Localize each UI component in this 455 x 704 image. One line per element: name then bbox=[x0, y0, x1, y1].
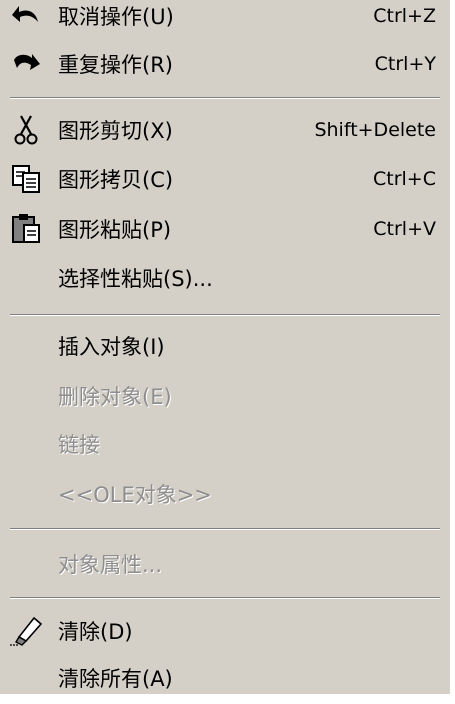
copy-icon bbox=[10, 163, 44, 195]
clipboard-icon bbox=[10, 213, 44, 245]
menu-item-label: 插入对象(I) bbox=[58, 335, 165, 359]
menu-item-redo[interactable]: 重复操作(R) Ctrl+Y bbox=[0, 44, 450, 84]
menu-item-undo[interactable]: 取消操作(U) Ctrl+Z bbox=[0, 0, 450, 36]
menu-item-label: 链接 bbox=[58, 433, 100, 457]
menu-item-label: <<OLE对象>> bbox=[58, 483, 212, 507]
menu-separator bbox=[10, 528, 440, 530]
menu-item-label: 图形粘贴(P) bbox=[58, 218, 172, 242]
menu-separator bbox=[10, 314, 440, 316]
menu-item-label: 重复操作(R) bbox=[58, 53, 173, 77]
menu-item-insert-object[interactable]: 插入对象(I) bbox=[0, 326, 450, 366]
menu-item-label: 图形剪切(X) bbox=[58, 119, 173, 143]
menu-item-label: 删除对象(E) bbox=[58, 385, 172, 409]
eraser-icon bbox=[10, 615, 44, 647]
menu-item-clear[interactable]: 清除(D) bbox=[0, 611, 450, 651]
menu-item-ole-object[interactable]: <<OLE对象>> bbox=[0, 474, 450, 514]
menu-separator bbox=[10, 97, 440, 99]
menu-item-label: 清除(D) bbox=[58, 620, 133, 644]
menu-item-cut[interactable]: 图形剪切(X) Shift+Delete bbox=[0, 110, 450, 150]
menu-item-label: 图形拷贝(C) bbox=[58, 168, 174, 192]
redo-arrow-icon bbox=[10, 48, 44, 80]
menu-item-object-properties[interactable]: 对象属性... bbox=[0, 544, 450, 584]
menu-item-label: 对象属性... bbox=[58, 553, 163, 577]
menu-item-shortcut: Ctrl+V bbox=[373, 218, 436, 240]
menu-item-delete-object[interactable]: 删除对象(E) bbox=[0, 376, 450, 416]
menu-item-label: 选择性粘贴(S)... bbox=[58, 267, 213, 291]
menu-item-clear-all[interactable]: 清除所有(A) bbox=[0, 658, 450, 698]
menu-item-shortcut: Ctrl+Y bbox=[374, 53, 436, 75]
menu-separator bbox=[10, 597, 440, 599]
menu-item-link[interactable]: 链接 bbox=[0, 424, 450, 464]
menu-item-paste[interactable]: 图形粘贴(P) Ctrl+V bbox=[0, 209, 450, 249]
menu-item-shortcut: Ctrl+Z bbox=[373, 5, 436, 27]
scissors-icon bbox=[10, 114, 44, 146]
menu-item-shortcut: Ctrl+C bbox=[373, 168, 436, 190]
menu-item-shortcut: Shift+Delete bbox=[314, 119, 436, 141]
menu-item-paste-special[interactable]: 选择性粘贴(S)... bbox=[0, 258, 450, 298]
menu-item-copy[interactable]: 图形拷贝(C) Ctrl+C bbox=[0, 159, 450, 199]
context-menu: 取消操作(U) Ctrl+Z 重复操作(R) Ctrl+Y 图形剪切(X) Sh… bbox=[0, 0, 450, 694]
undo-arrow-icon bbox=[10, 0, 44, 32]
menu-item-label: 清除所有(A) bbox=[58, 667, 173, 691]
menu-item-label: 取消操作(U) bbox=[58, 5, 174, 29]
